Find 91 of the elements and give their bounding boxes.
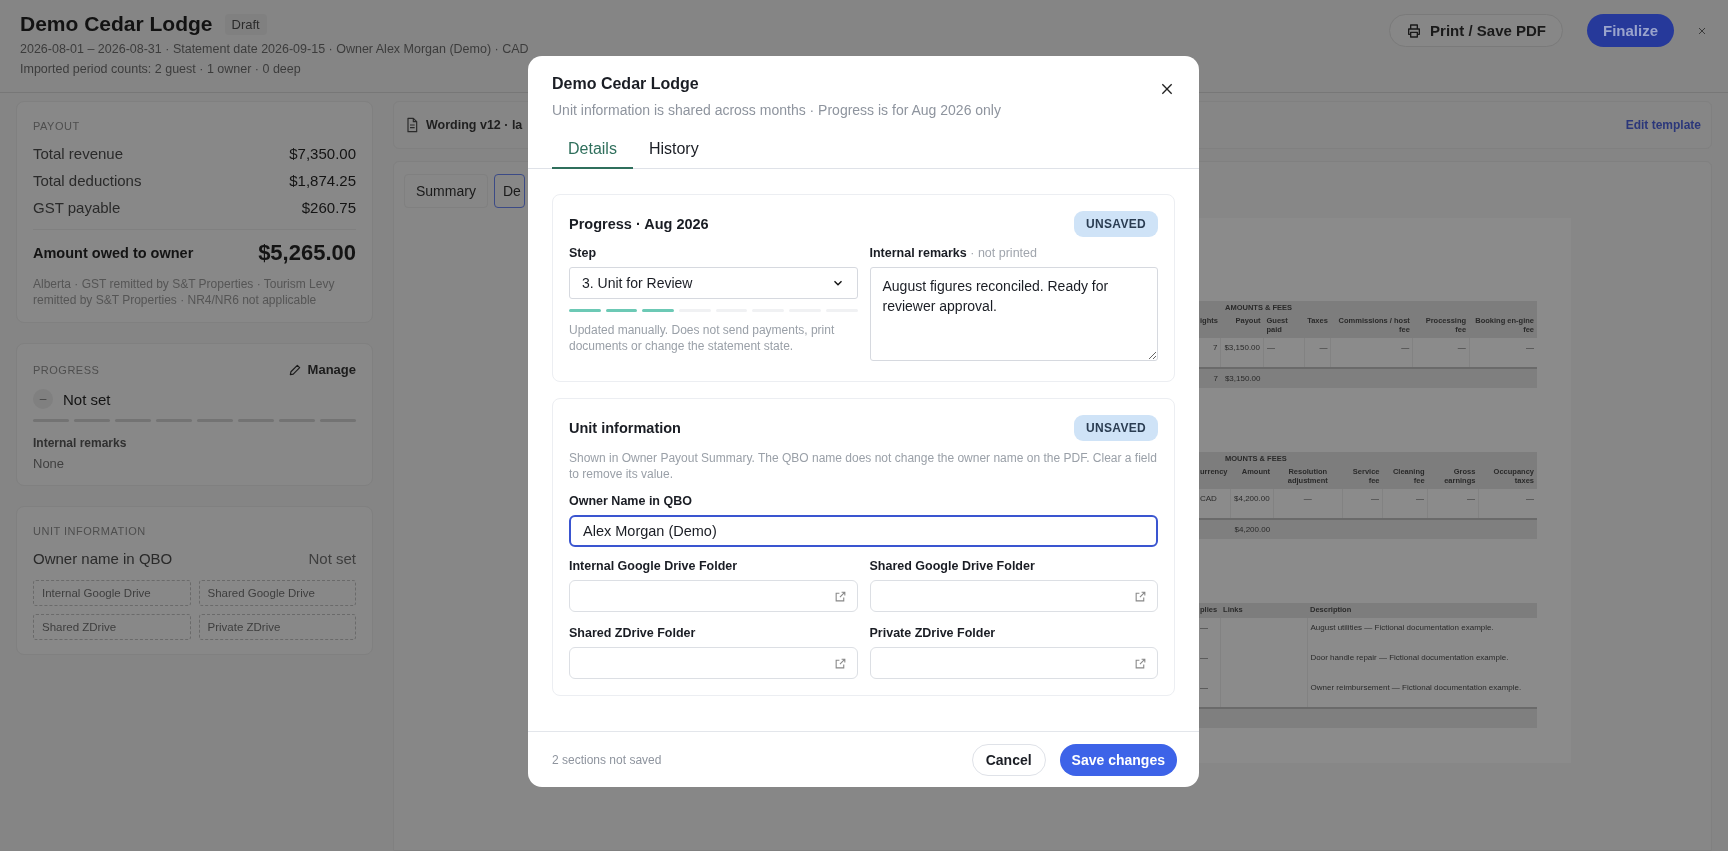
folder-field[interactable]: [869, 580, 1158, 612]
printer-icon: [1406, 22, 1423, 39]
folder-field: Shared ZDrive: [33, 614, 191, 640]
amount-label: GST payable: [33, 199, 121, 216]
section-title: Unit information: [569, 420, 681, 436]
folder-field: Internal Google Drive: [33, 580, 191, 606]
table-cell: —: [1267, 343, 1275, 352]
save-button[interactable]: Save changes: [1059, 743, 1177, 776]
modal-tab[interactable]: History: [632, 132, 715, 169]
view-tab[interactable]: Summary: [404, 174, 488, 208]
unsaved-count: 2 sections not saved: [552, 752, 662, 767]
table-cell: —: [1303, 494, 1312, 503]
field-label: Internal Google Drive Folder: [569, 559, 739, 573]
table-cell: Owner reimbursement — Fictional documentation example.: [1310, 683, 1522, 692]
folder-field[interactable]: [569, 580, 858, 612]
folder-field[interactable]: [569, 647, 858, 679]
external-link-icon: [833, 589, 847, 603]
close-icon[interactable]: [1159, 81, 1175, 97]
amount-value: $7,350.00: [289, 145, 356, 162]
help-text: Updated manually. Does not send payments, print documents or change the statement state.: [569, 322, 836, 354]
page-title: Demo Cedar Lodge: [20, 12, 213, 36]
table-cell: —: [1526, 494, 1534, 503]
status-indicator: –: [33, 389, 53, 409]
field-hint: · not printed: [969, 246, 1037, 260]
folder-field: Shared Google Drive: [198, 580, 356, 606]
amount-label: Total deductions: [33, 172, 142, 189]
field-label: Shared Google Drive Folder: [869, 559, 1036, 573]
table-cell: —: [1200, 683, 1208, 692]
table-cell: Door handle repair — Fictional documentation example.: [1310, 653, 1509, 662]
amount-value: $260.75: [301, 199, 356, 216]
table-cell: —: [1200, 653, 1208, 662]
document-icon: [404, 117, 420, 133]
print-button[interactable]: Print / Save PDF: [1389, 14, 1563, 47]
external-link-icon: [1134, 656, 1147, 670]
table-cell: August utilities — Fictional documentation example.: [1310, 623, 1494, 632]
owner-value: Not set: [308, 550, 356, 567]
table-cell: $4,200.00: [1234, 494, 1270, 503]
field-label: Owner Name in QBO: [569, 494, 693, 508]
field-label: Private ZDrive Folder: [869, 626, 997, 640]
total-label: Amount owed to owner: [33, 245, 194, 261]
amount-value: $1,874.25: [289, 172, 356, 189]
statement-meta: 2026-08-01 – 2026-08-31 · Statement date 2026-09-15 · Owner Alex Morgan (Demo) · CAD: [20, 42, 529, 56]
modal-title: Demo Cedar Lodge: [552, 74, 700, 94]
folder-field: Private ZDrive: [198, 614, 356, 640]
external-link-icon: [833, 656, 847, 670]
section-title: Progress · Aug 2026: [569, 216, 709, 232]
field-label: Step: [569, 246, 598, 260]
section-heading: PROGRESS: [33, 363, 100, 376]
section-heading: PAYOUT: [33, 120, 81, 132]
total-value: $5,265.00: [258, 240, 356, 266]
modal-subtitle: Unit information is shared across months · Progress is for Aug 2026 only: [552, 101, 1001, 120]
unsaved-badge: UNSAVED: [1074, 211, 1158, 237]
table-cell: —: [1371, 494, 1379, 503]
table-cell: —: [1416, 494, 1425, 503]
edit-template-link[interactable]: Edit template: [1625, 118, 1701, 132]
table-cell: —: [1466, 494, 1475, 503]
view-tab[interactable]: De: [493, 174, 525, 208]
status-badge: Draft: [224, 13, 267, 35]
section-heading: UNIT INFORMATION: [33, 525, 147, 537]
remarks-value: None: [33, 456, 66, 471]
table-cell: $3,150.00: [1224, 343, 1260, 352]
field-label: Internal remarks: [869, 246, 967, 260]
manage-button[interactable]: Manage: [287, 362, 356, 377]
total-cell: $4,200.00: [1234, 525, 1271, 534]
external-link-icon: [1134, 589, 1147, 603]
field-label: Shared ZDrive Folder: [569, 626, 697, 640]
finalize-button[interactable]: Finalize: [1587, 14, 1674, 47]
total-cell: 7: [1213, 374, 1218, 383]
status-text: Not set: [63, 390, 111, 408]
amount-label: Total revenue: [33, 145, 124, 162]
owner-name-field[interactable]: Alex Morgan (Demo): [569, 515, 1158, 547]
remarks-field[interactable]: August figures reconciled. Ready for reviewer approval.: [869, 267, 1158, 361]
help-text: Shown in Owner Payout Summary. The QBO name does not change the owner name on the PDF. Clear a field to remove its value.: [569, 450, 1158, 482]
template-title: Wording v12 · la: [426, 118, 524, 132]
table-cell: —: [1457, 343, 1466, 352]
cancel-button[interactable]: Cancel: [971, 743, 1046, 776]
table-cell: —: [1526, 343, 1534, 352]
folder-field[interactable]: [869, 647, 1158, 679]
modal-tab[interactable]: Details: [552, 132, 633, 169]
step-select[interactable]: 3. Unit for Review: [569, 267, 858, 299]
table-cell: CAD: [1200, 494, 1217, 503]
pencil-icon: [287, 362, 302, 377]
table-cell: 7: [1212, 343, 1218, 352]
table-cell: —: [1200, 623, 1208, 632]
table-cell: —: [1319, 343, 1328, 352]
unsaved-badge: UNSAVED: [1074, 415, 1158, 441]
total-cell: $3,150.00: [1224, 374, 1261, 383]
import-counts: Imported period counts: 2 guest · 1 owner · 0 deep: [20, 62, 302, 76]
remarks-label: Internal remarks: [33, 436, 128, 450]
owner-label: Owner name in QBO: [33, 550, 173, 567]
table-cell: —: [1401, 343, 1410, 352]
